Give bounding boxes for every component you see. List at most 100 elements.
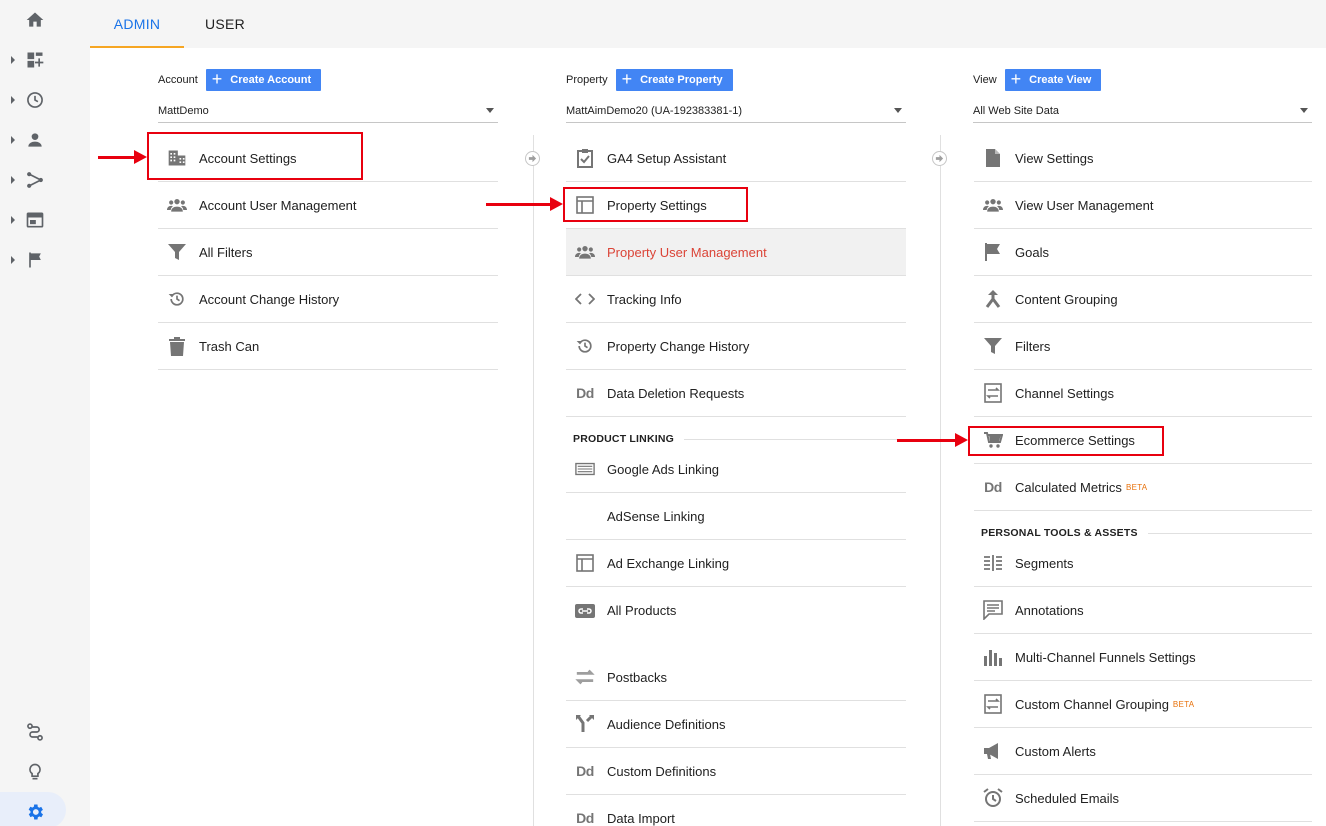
item-label: View User Management [1015, 197, 1154, 213]
view-settings-item[interactable]: View Settings [974, 135, 1312, 182]
dd-icon: Dd [984, 479, 1002, 495]
custom-channel-grouping-item[interactable]: Custom Channel Grouping BETA [974, 681, 1312, 728]
tab-admin[interactable]: ADMIN [90, 0, 184, 48]
people-icon [575, 242, 595, 262]
account-change-history-item[interactable]: Account Change History [158, 276, 498, 323]
item-label: Property User Management [607, 244, 767, 260]
ecommerce-settings-item[interactable]: Ecommerce Settings [974, 417, 1312, 464]
expand-caret-icon [11, 96, 15, 104]
account-settings-item[interactable]: Account Settings [158, 135, 498, 182]
create-account-button[interactable]: + Create Account [205, 69, 322, 91]
discover-nav[interactable] [0, 752, 70, 792]
beta-badge: BETA [1172, 699, 1195, 709]
annotation-arrow-ecommerce-settings [897, 433, 968, 447]
conversions-icon [29, 252, 41, 268]
acquisition-icon [27, 172, 43, 188]
ad-exchange-linking-item[interactable]: Ad Exchange Linking [566, 540, 906, 587]
postbacks-item[interactable]: Postbacks [566, 654, 906, 701]
filters-item[interactable]: Filters [974, 323, 1312, 370]
item-label: Google Ads Linking [607, 461, 720, 477]
attribution-nav[interactable] [0, 712, 70, 752]
data-deletion-requests-item[interactable]: Dd Data Deletion Requests [566, 370, 906, 417]
item-label: Ecommerce Settings [1015, 432, 1135, 448]
admin-tab-bar: ADMIN USER [90, 0, 1326, 48]
custom-alerts-item[interactable]: Custom Alerts [974, 728, 1312, 775]
ga4-setup-assistant-item[interactable]: GA4 Setup Assistant [566, 135, 906, 182]
people-icon [167, 195, 187, 215]
calculated-metrics-item[interactable]: Dd Calculated Metrics BETA [974, 464, 1312, 511]
audience-icon [28, 133, 42, 147]
building-icon [167, 148, 187, 168]
customization-nav[interactable] [0, 40, 70, 80]
tab-user[interactable]: USER [184, 0, 266, 48]
item-label: Account Settings [199, 150, 297, 166]
item-label: Postbacks [607, 669, 667, 685]
create-property-button[interactable]: + Create Property [615, 69, 733, 91]
item-label: Data Deletion Requests [607, 385, 745, 401]
google-ads-linking-item[interactable]: Google Ads Linking [566, 446, 906, 493]
trash-can-item[interactable]: Trash Can [158, 323, 498, 370]
property-settings-item[interactable]: Property Settings [566, 182, 906, 229]
create-view-button[interactable]: + Create View [1004, 69, 1102, 91]
dropdown-caret-icon [486, 108, 494, 113]
column-connector [932, 151, 947, 166]
dropdown-caret-icon [894, 108, 902, 113]
item-label: Annotations [1015, 602, 1084, 618]
personal-tools-section: PERSONAL TOOLS & ASSETS [981, 527, 1312, 539]
section-rule [684, 438, 906, 440]
item-label: Custom Alerts [1015, 743, 1096, 759]
data-import-item[interactable]: Dd Data Import [566, 795, 906, 826]
create-account-label: Create Account [230, 74, 312, 86]
all-products-item[interactable]: All Products [566, 587, 906, 634]
account-selector[interactable]: MattDemo [158, 99, 498, 123]
custom-definitions-item[interactable]: Dd Custom Definitions [566, 748, 906, 795]
merge-icon [983, 289, 1003, 309]
home-nav[interactable] [0, 0, 70, 40]
section-title: PRODUCT LINKING [573, 433, 674, 445]
conversions-nav[interactable] [0, 240, 70, 280]
tracking-info-item[interactable]: Tracking Info [566, 276, 906, 323]
channel-settings-item[interactable]: Channel Settings [974, 370, 1312, 417]
audience-definitions-item[interactable]: Audience Definitions [566, 701, 906, 748]
view-selector[interactable]: All Web Site Data [973, 99, 1312, 123]
audience-nav[interactable] [0, 120, 70, 160]
item-label: Account Change History [199, 291, 340, 307]
scheduled-emails-item[interactable]: Scheduled Emails [974, 775, 1312, 822]
dd-icon: Dd [576, 385, 594, 401]
multi-channel-funnels-settings-item[interactable]: Multi-Channel Funnels Settings [974, 634, 1312, 681]
view-heading: View [973, 74, 997, 86]
behavior-nav[interactable] [0, 200, 70, 240]
item-label: View Settings [1015, 150, 1094, 166]
item-label: All Filters [199, 244, 253, 260]
account-header: Account + Create Account [158, 69, 322, 91]
property-change-history-item[interactable]: Property Change History [566, 323, 906, 370]
history-icon [167, 289, 187, 309]
all-filters-item[interactable]: All Filters [158, 229, 498, 276]
account-selected: MattDemo [158, 104, 209, 117]
bars-icon [983, 647, 1003, 667]
segments-item[interactable]: Segments [974, 540, 1312, 587]
view-header: View + Create View [973, 69, 1102, 91]
goals-item[interactable]: Goals [974, 229, 1312, 276]
property-user-management-item[interactable]: Property User Management [566, 229, 906, 276]
item-label: Segments [1015, 555, 1074, 571]
admin-nav[interactable] [0, 792, 70, 826]
plus-icon: + [621, 69, 633, 89]
cart-icon [983, 430, 1003, 450]
plus-icon: + [1010, 69, 1022, 89]
item-label: All Products [607, 603, 677, 618]
item-label: Ad Exchange Linking [607, 555, 730, 571]
expand-caret-icon [11, 256, 15, 264]
content-grouping-item[interactable]: Content Grouping [974, 276, 1312, 323]
arrow-right-icon [935, 154, 944, 163]
view-user-management-item[interactable]: View User Management [974, 182, 1312, 229]
account-user-management-item[interactable]: Account User Management [158, 182, 498, 229]
column-connector [525, 151, 540, 166]
realtime-nav[interactable] [0, 80, 70, 120]
property-selector[interactable]: MattAimDemo20 (UA-192383381-1) [566, 99, 906, 123]
annotations-item[interactable]: Annotations [974, 587, 1312, 634]
discover-icon [29, 763, 41, 780]
adsense-linking-item[interactable]: AdSense Linking [566, 493, 906, 540]
column-divider [940, 135, 941, 826]
acquisition-nav[interactable] [0, 160, 70, 200]
